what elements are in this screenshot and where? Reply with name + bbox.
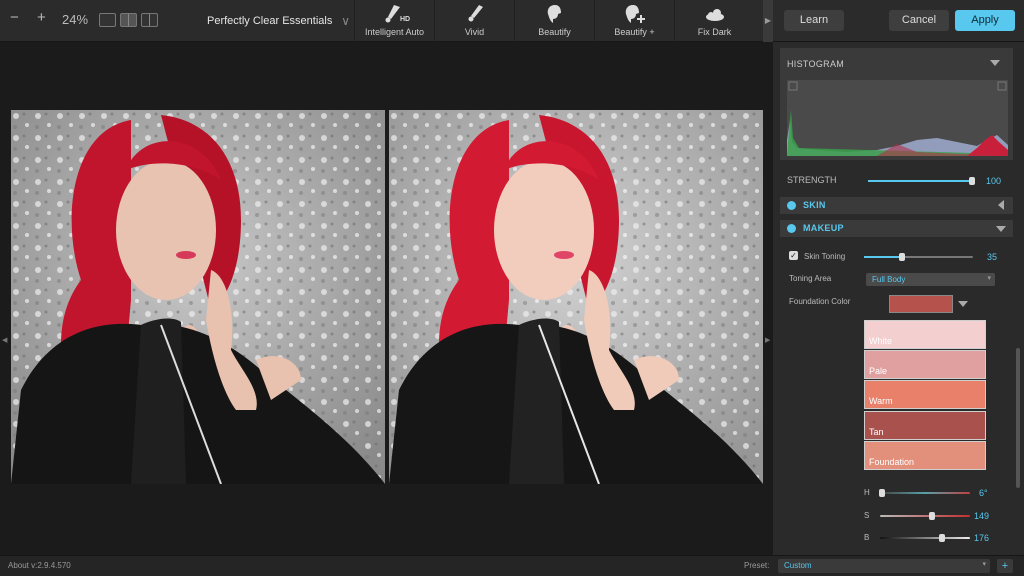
hue-knob[interactable] (878, 489, 885, 497)
brush-hd-icon: HD (355, 0, 434, 26)
left-collapse-arrow[interactable]: ◀ (2, 336, 7, 344)
skin-toning-value: 35 (987, 252, 998, 262)
swatch-label: Tan (869, 427, 884, 437)
skin-toning-fill (864, 256, 903, 258)
dropdown-icon: ▾ (982, 561, 986, 568)
swatch-tan[interactable]: Tan (864, 411, 986, 440)
foundation-color-chip[interactable] (889, 295, 953, 313)
single-view-button[interactable] (99, 13, 116, 27)
collapse-panel-toggle[interactable]: ▶ (763, 0, 773, 42)
toning-area-label: Toning Area (789, 274, 832, 283)
swatch-warm[interactable]: Warm (864, 380, 986, 409)
swatch-label: Pale (869, 366, 888, 376)
swatch-label: Foundation (869, 457, 915, 467)
zoom-in-button[interactable]: + (37, 9, 46, 26)
collapse-arrow-icon[interactable] (990, 60, 1000, 66)
swatch-foundation[interactable]: Foundation (864, 441, 986, 470)
collapse-arrow-icon[interactable] (996, 226, 1006, 232)
histogram-graph (787, 80, 1008, 156)
strength-label: STRENGTH (787, 175, 837, 185)
tool-label: Beautify + (614, 27, 655, 37)
brightness-value: 176 (974, 533, 990, 543)
brightness-knob[interactable] (939, 534, 946, 542)
preset-name-label: Perfectly Clear Essentials (207, 15, 333, 27)
hue-label: H (864, 488, 870, 497)
panel-scrollbar[interactable] (1016, 348, 1020, 488)
toning-area-value: Full Body (872, 275, 906, 284)
brightness-label: B (864, 533, 870, 542)
makeup-toggle-icon[interactable] (787, 224, 796, 233)
tool-label: Vivid (464, 27, 485, 37)
preset-select[interactable]: Custom ▾ (778, 559, 990, 573)
skin-toning-slider[interactable] (864, 253, 973, 261)
brightness-slider[interactable] (880, 534, 970, 542)
saturation-value: 149 (974, 511, 990, 521)
hue-slider[interactable] (878, 489, 970, 497)
foundation-color-label: Foundation Color (789, 297, 851, 306)
tool-vivid[interactable]: Vivid (434, 0, 514, 42)
brush-icon (435, 0, 514, 26)
skin-toning-knob[interactable] (899, 253, 906, 261)
face-icon (515, 0, 594, 26)
right-collapse-arrow[interactable]: ▶ (765, 336, 770, 344)
svg-text:HD: HD (400, 16, 410, 23)
chevron-down-icon: ∨ (341, 14, 350, 28)
color-dropdown-icon[interactable] (958, 301, 968, 307)
cloud-icon (675, 0, 754, 26)
saturation-slider[interactable] (880, 512, 970, 520)
skin-toning-checkbox[interactable]: ✓ (789, 251, 798, 260)
status-bar: About v:2.9.4.570 Preset: Custom ▾ + (0, 555, 1024, 576)
saturation-knob[interactable] (929, 512, 936, 520)
tool-label: Intelligent Auto (364, 27, 425, 37)
face-plus-icon (595, 0, 674, 26)
strength-knob[interactable] (968, 177, 975, 185)
swatch-pale[interactable]: Pale (864, 350, 986, 379)
skin-title: SKIN (803, 200, 826, 210)
tool-beautify-plus[interactable]: Beautify + (594, 0, 674, 42)
skin-toning-label: Skin Toning (804, 252, 846, 261)
strength-value: 100 (986, 176, 1002, 186)
skin-toggle-icon[interactable] (787, 201, 796, 210)
split-view-button[interactable] (141, 13, 158, 27)
preset-selector[interactable]: Perfectly Clear Essentials ∨ (196, 0, 354, 42)
apply-button[interactable]: Apply (955, 10, 1015, 31)
hue-value: 6° (979, 488, 988, 498)
swatch-label: Warm (869, 396, 893, 406)
cancel-button[interactable]: Cancel (889, 10, 949, 31)
top-toolbar: − + 24% Perfectly Clear Essentials ∨ HD … (0, 0, 1024, 42)
zoom-out-button[interactable]: − (10, 9, 19, 26)
add-preset-button[interactable]: + (997, 559, 1013, 573)
strength-fill (868, 180, 972, 182)
histogram-title: HISTOGRAM (787, 59, 845, 69)
preset-label: Preset: (744, 561, 770, 570)
tool-label: Beautify (538, 27, 571, 37)
version-label[interactable]: About v:2.9.4.570 (8, 561, 71, 570)
strength-slider[interactable] (868, 177, 975, 185)
toning-area-select[interactable]: Full Body ▾ (866, 273, 995, 286)
original-image (11, 110, 385, 484)
dropdown-icon: ▾ (987, 275, 991, 282)
tool-intelligent-auto[interactable]: HD Intelligent Auto (354, 0, 434, 42)
learn-button[interactable]: Learn (784, 10, 844, 31)
makeup-title: MAKEUP (803, 223, 844, 233)
corrected-image (389, 110, 763, 484)
swatch-white[interactable]: White (864, 320, 986, 349)
zoom-level: 24% (62, 12, 89, 27)
expand-arrow-icon[interactable] (998, 200, 1004, 210)
swatch-label: White (869, 336, 893, 346)
side-by-side-view-button[interactable] (120, 13, 137, 27)
tool-fix-dark[interactable]: Fix Dark (674, 0, 754, 42)
preset-select-value: Custom (784, 561, 812, 570)
tool-beautify[interactable]: Beautify (514, 0, 594, 42)
tool-label: Fix Dark (697, 27, 732, 37)
saturation-label: S (864, 511, 870, 520)
